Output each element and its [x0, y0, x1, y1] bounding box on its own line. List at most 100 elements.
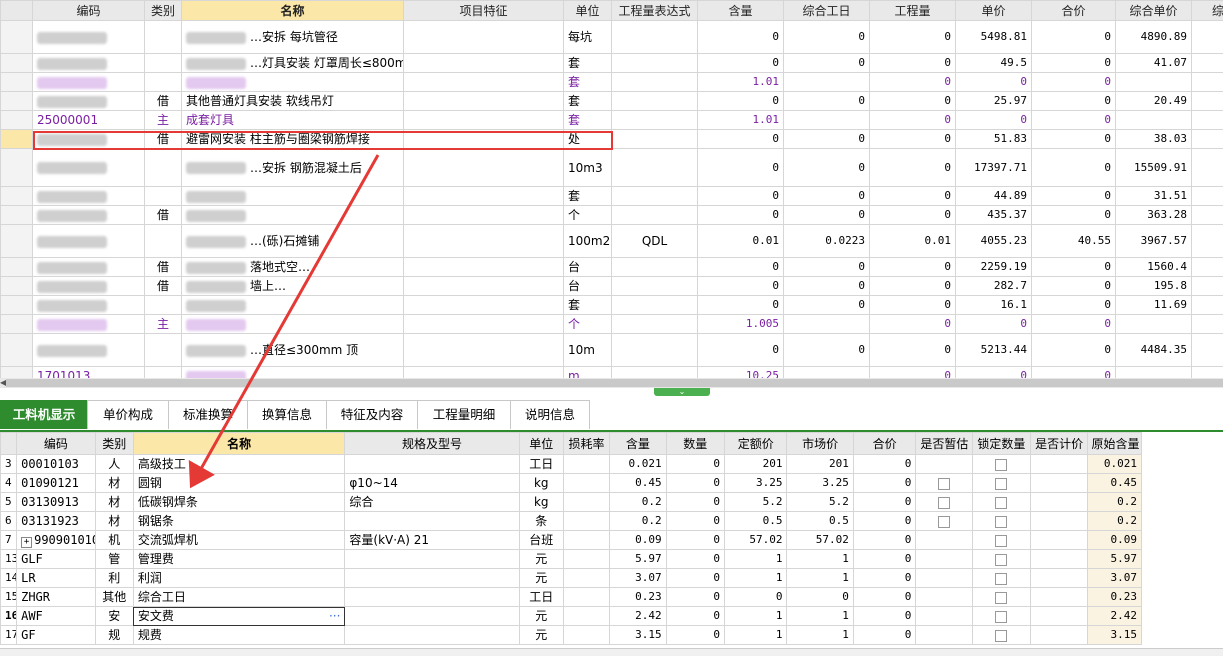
labor-cell[interactable]	[784, 367, 870, 379]
amount-cell[interactable]: 0	[870, 54, 956, 73]
column-header[interactable]: 综合单价	[1116, 1, 1192, 21]
quantity-cell[interactable]: 0	[666, 493, 724, 512]
lock-quantity-cell[interactable]	[972, 626, 1030, 645]
quantity-ratio-cell[interactable]: 0.2	[610, 512, 666, 531]
type-cell[interactable]: 借	[145, 277, 182, 296]
labor-cell[interactable]: 0	[784, 334, 870, 367]
amount-cell[interactable]: 0.01	[870, 225, 956, 258]
table-row[interactable]: …灯具安装 灯罩周长≤800mm套00049.5041.07	[1, 54, 1223, 73]
sum-cell[interactable]: 39.6	[1192, 225, 1223, 258]
quota-price-cell[interactable]: 0.5	[725, 512, 787, 531]
price-cell[interactable]: 5213.44	[956, 334, 1032, 367]
quantity-cell[interactable]: 0	[666, 550, 724, 569]
sum-cell[interactable]	[1192, 206, 1223, 225]
code-cell[interactable]: 01090121	[17, 474, 96, 493]
lock-quantity-cell[interactable]	[972, 512, 1030, 531]
code-cell[interactable]: 1701013…	[33, 367, 145, 379]
expr-cell[interactable]	[612, 367, 698, 379]
checkbox[interactable]	[938, 478, 950, 490]
type-cell[interactable]: 材	[95, 512, 133, 531]
sum-cell[interactable]	[1192, 130, 1223, 149]
unit-cell[interactable]: 元	[519, 569, 563, 588]
feature-cell[interactable]	[404, 187, 564, 206]
name-cell[interactable]	[182, 315, 404, 334]
name-cell[interactable]: …(砾)石摊铺	[182, 225, 404, 258]
table-row[interactable]: 借其他普通灯具安装 软线吊灯套00025.97020.49	[1, 92, 1223, 111]
amount-cell[interactable]: 0	[870, 334, 956, 367]
price-cell[interactable]: 16.1	[956, 296, 1032, 315]
column-header[interactable]: 市场价	[787, 433, 853, 455]
code-cell[interactable]	[33, 54, 145, 73]
quantity-cell[interactable]: 0	[666, 455, 724, 474]
name-cell[interactable]	[182, 296, 404, 315]
row-header[interactable]	[1, 277, 33, 296]
spec-cell[interactable]: φ10~14	[345, 474, 519, 493]
column-header[interactable]: 工程量表达式	[612, 1, 698, 21]
tab-description-info[interactable]: 说明信息	[510, 400, 590, 429]
checkbox[interactable]	[995, 554, 1007, 566]
price-cell[interactable]: 49.5	[956, 54, 1032, 73]
unit-cell[interactable]: 元	[519, 626, 563, 645]
row-header[interactable]	[1, 130, 33, 149]
name-cell[interactable]: 管理费	[133, 550, 344, 569]
name-cell[interactable]	[182, 367, 404, 379]
unit-cell[interactable]: 套	[564, 111, 612, 130]
total-cell[interactable]: 40.55	[1032, 225, 1116, 258]
type-cell[interactable]: 规	[95, 626, 133, 645]
unit-total-cell[interactable]: 195.8	[1116, 277, 1192, 296]
spec-cell[interactable]	[345, 607, 519, 626]
feature-cell[interactable]	[404, 225, 564, 258]
qty-cell[interactable]: 0	[698, 54, 784, 73]
name-cell[interactable]: 安文费···	[133, 607, 344, 626]
unit-total-cell[interactable]: 363.28	[1116, 206, 1192, 225]
lock-quantity-cell[interactable]	[972, 607, 1030, 626]
priced-cell[interactable]	[1031, 531, 1087, 550]
amount-cell[interactable]: 0	[870, 206, 956, 225]
quantity-ratio-cell[interactable]: 0.45	[610, 474, 666, 493]
horizontal-scrollbar[interactable]: ◀	[0, 378, 1223, 388]
expr-cell[interactable]	[612, 206, 698, 225]
column-header[interactable]: 工程量	[870, 1, 956, 21]
code-cell[interactable]	[33, 296, 145, 315]
qty-cell[interactable]: 0	[698, 149, 784, 187]
spec-cell[interactable]	[345, 569, 519, 588]
checkbox[interactable]	[995, 516, 1007, 528]
table-row[interactable]: 7+990901010机交流弧焊机容量(kV·A) 21台班0.09057.02…	[1, 531, 1142, 550]
provisional-cell[interactable]	[916, 455, 972, 474]
provisional-cell[interactable]	[916, 512, 972, 531]
sum-cell[interactable]	[1192, 111, 1223, 130]
name-cell[interactable]: …安拆 每坑管径	[182, 21, 404, 54]
provisional-cell[interactable]	[916, 493, 972, 512]
checkbox[interactable]	[995, 592, 1007, 604]
feature-cell[interactable]	[404, 367, 564, 379]
row-header[interactable]	[1, 187, 33, 206]
price-cell[interactable]: 4055.23	[956, 225, 1032, 258]
original-ratio-cell[interactable]: 0.45	[1087, 474, 1141, 493]
quota-price-cell[interactable]: 1	[725, 626, 787, 645]
sum-cell[interactable]	[1192, 258, 1223, 277]
item-grid[interactable]: 编码 类别 名称 项目特征 单位 工程量表达式 含量 综合工日 工程量 单价 合…	[0, 0, 1223, 378]
qty-cell[interactable]: 0	[698, 92, 784, 111]
type-cell[interactable]	[145, 225, 182, 258]
qty-cell[interactable]: 0	[698, 187, 784, 206]
qty-cell[interactable]: 0	[698, 277, 784, 296]
checkbox[interactable]	[995, 497, 1007, 509]
market-price-cell[interactable]: 0	[787, 588, 853, 607]
quota-price-cell[interactable]: 0	[725, 588, 787, 607]
unit-cell[interactable]: 套	[564, 187, 612, 206]
type-cell[interactable]: 利	[95, 569, 133, 588]
quantity-ratio-cell[interactable]: 0.09	[610, 531, 666, 550]
expand-icon[interactable]: +	[21, 537, 32, 548]
checkbox[interactable]	[995, 459, 1007, 471]
total-cell[interactable]: 0	[1032, 149, 1116, 187]
priced-cell[interactable]	[1031, 493, 1087, 512]
row-number-cell[interactable]: 15	[1, 588, 17, 607]
table-row[interactable]: …安拆 钢筋混凝土后10m300017397.71015509.91	[1, 149, 1223, 187]
price-cell[interactable]: 282.7	[956, 277, 1032, 296]
original-ratio-cell[interactable]: 3.15	[1087, 626, 1141, 645]
column-header[interactable]: 定额价	[725, 433, 787, 455]
original-ratio-cell[interactable]: 0.09	[1087, 531, 1141, 550]
type-cell[interactable]: 人	[95, 455, 133, 474]
expr-cell[interactable]	[612, 277, 698, 296]
total-cell[interactable]: 0	[1032, 258, 1116, 277]
